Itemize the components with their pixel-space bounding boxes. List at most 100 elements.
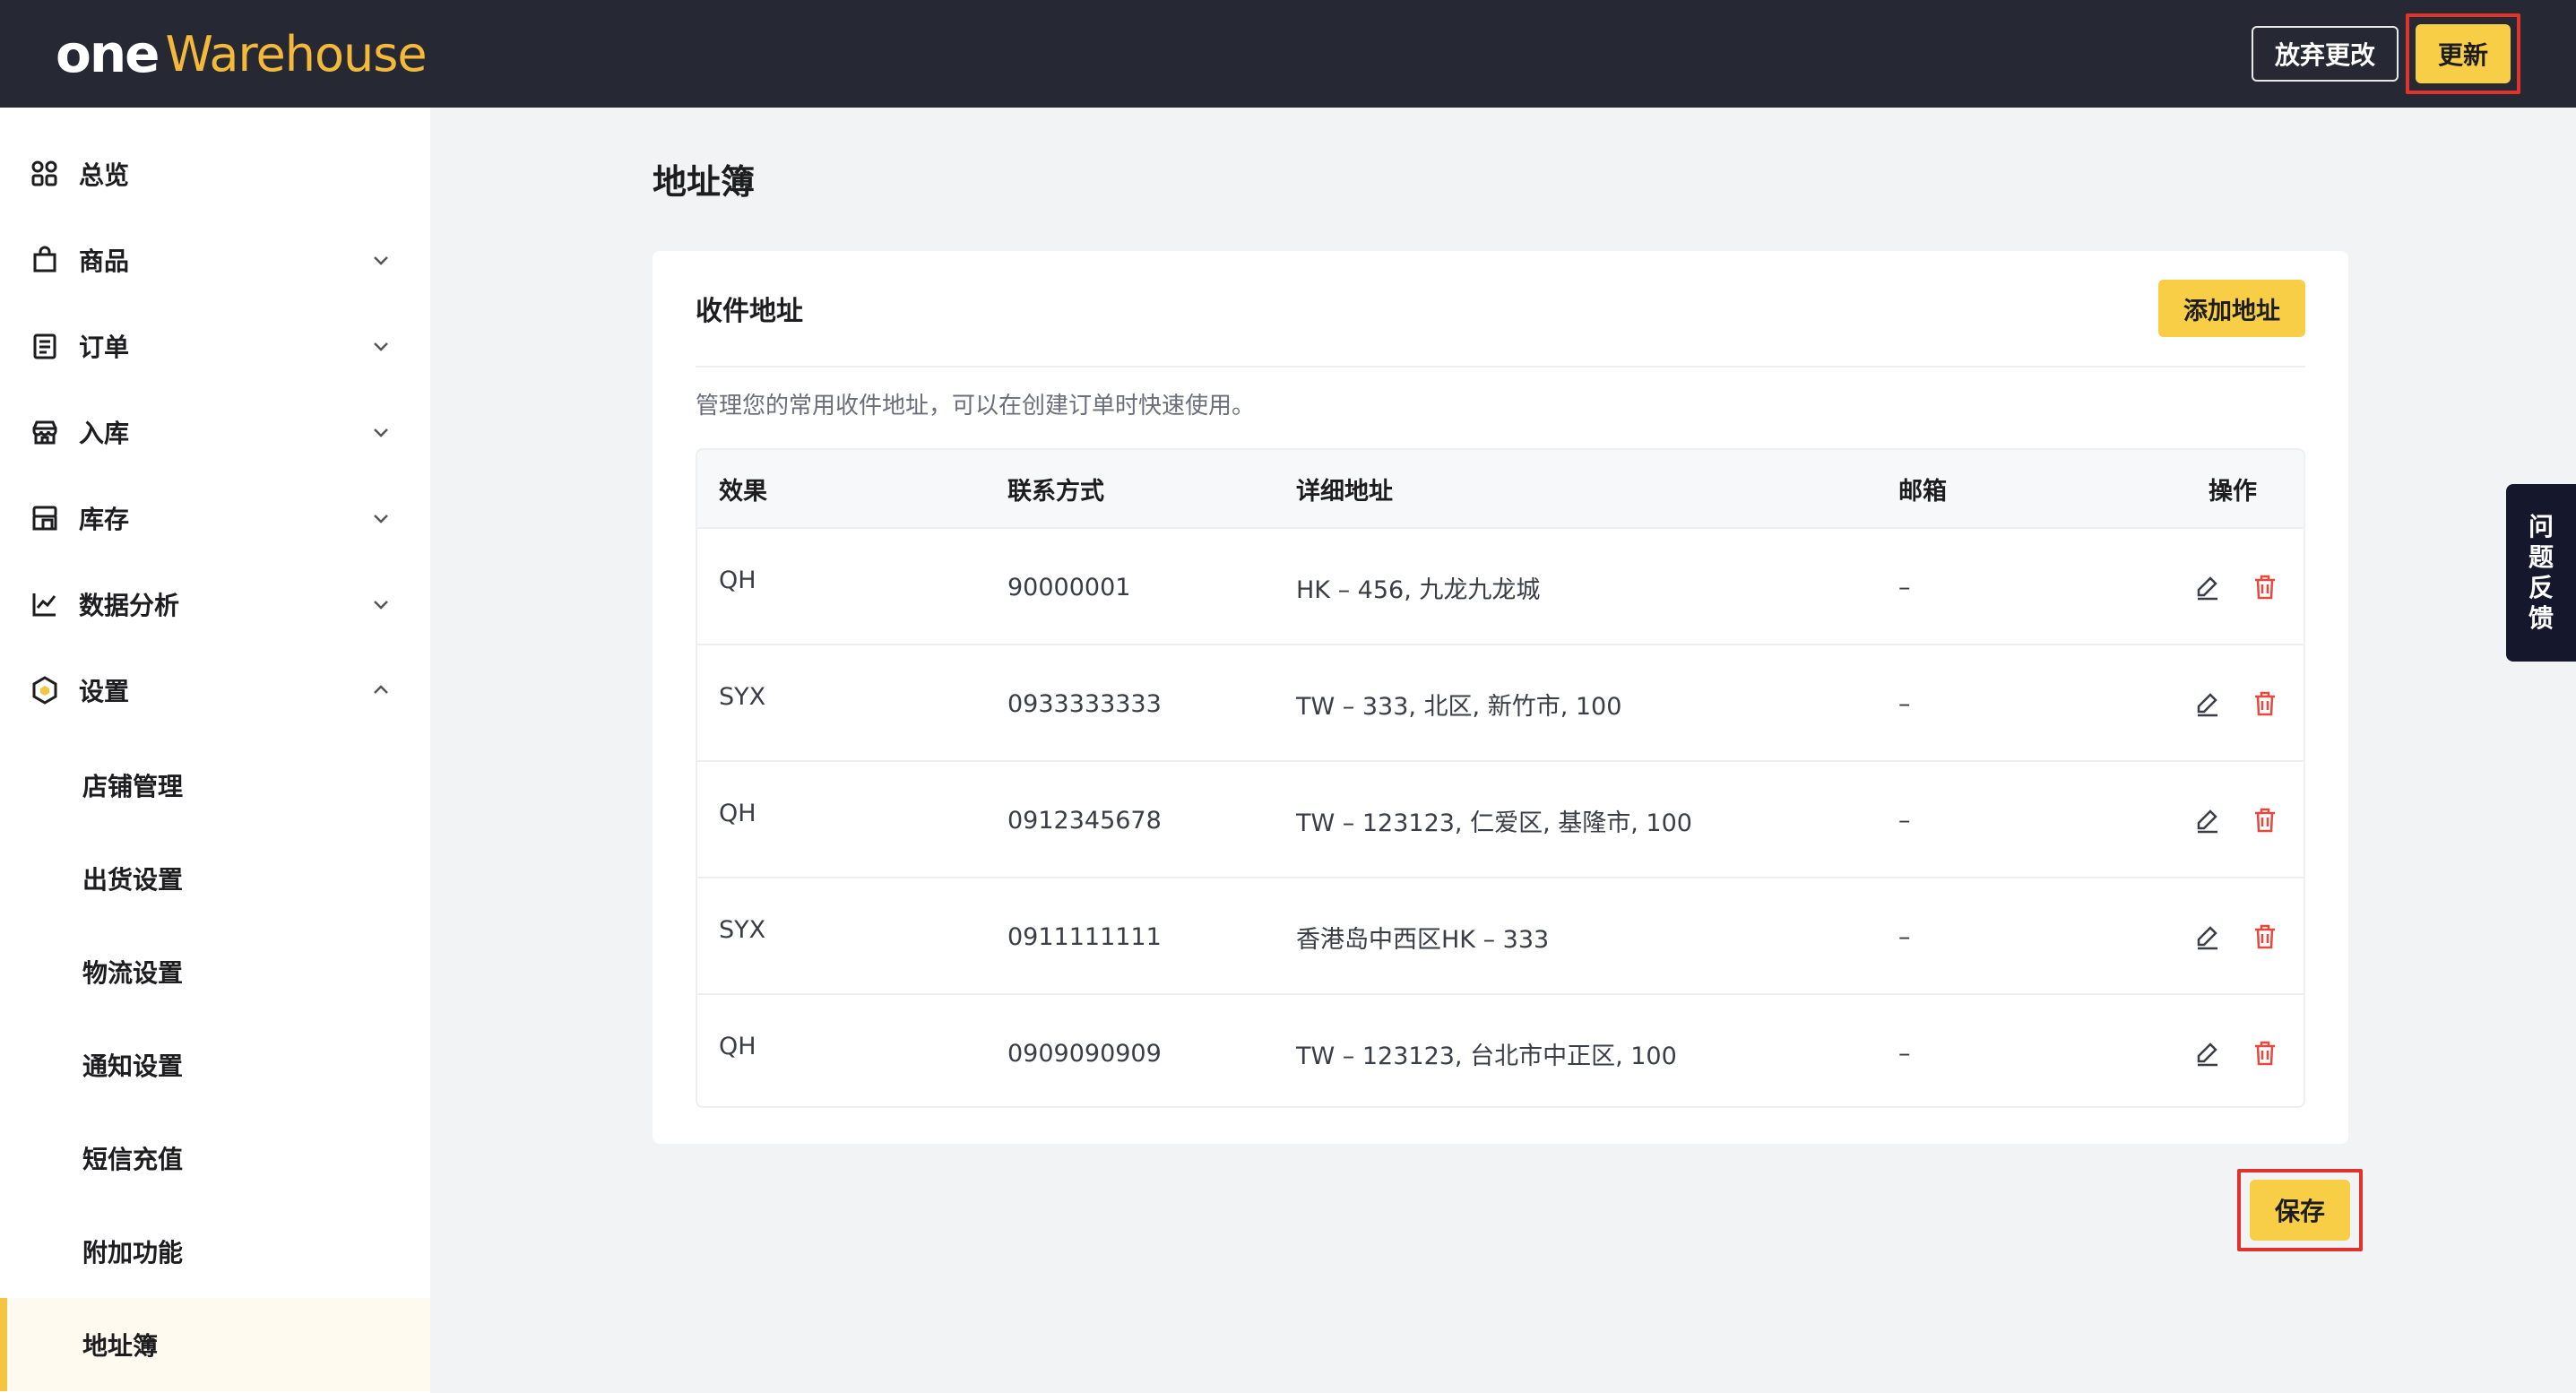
sidebar-item-label: 订单 — [79, 333, 130, 362]
cell-name: QH — [719, 799, 756, 827]
row-actions — [2192, 878, 2280, 995]
sidebar-subitem-notification-settings[interactable]: 通知设置 — [0, 1018, 430, 1112]
edit-icon[interactable] — [2192, 921, 2223, 952]
sidebar-item-overview[interactable]: 总览 — [0, 131, 430, 217]
inventory-icon — [29, 502, 61, 534]
chevron-up-icon — [369, 679, 393, 702]
sidebar-subitem-addons[interactable]: 附加功能 — [0, 1205, 430, 1298]
sidebar-item-label: 入库 — [79, 419, 130, 448]
store-icon — [29, 416, 61, 448]
table-row: SYX 0911111111 香港岛中西区HK – 333 – — [697, 877, 2304, 995]
app-logo[interactable]: one Warehouse — [56, 20, 428, 88]
sidebar-subitem-label: 地址簿 — [82, 1331, 159, 1361]
feedback-char: 问 — [2528, 512, 2554, 541]
cell-email: – — [1898, 922, 1911, 951]
update-button[interactable]: 更新 — [2416, 24, 2511, 83]
logo-warehouse-text: Warehouse — [165, 25, 427, 82]
discard-changes-button[interactable]: 放弃更改 — [2252, 26, 2399, 82]
feedback-tab[interactable]: 问 题 反 馈 — [2506, 484, 2576, 662]
cell-email: – — [1898, 806, 1911, 835]
settings-hex-icon — [29, 674, 61, 706]
sidebar-item-label: 库存 — [79, 505, 130, 534]
cell-name: SYX — [719, 915, 766, 944]
sidebar-subitem-label: 出货设置 — [82, 865, 184, 895]
column-header-contact: 联系方式 — [1007, 477, 1104, 506]
chevron-down-icon — [369, 506, 393, 530]
row-actions — [2192, 529, 2280, 645]
cell-contact: 0909090909 — [1007, 1039, 1162, 1068]
cell-name: QH — [719, 566, 756, 594]
cell-address: 香港岛中西区HK – 333 — [1296, 925, 1550, 954]
row-actions — [2192, 995, 2280, 1106]
delete-icon[interactable] — [2250, 1038, 2280, 1069]
table-row: QH 90000001 HK – 456, 九龙九龙城 – — [697, 527, 2304, 645]
sidebar-subitem-shipping-settings[interactable]: 出货设置 — [0, 832, 430, 925]
sidebar-item-analytics[interactable]: 数据分析 — [0, 561, 430, 647]
sidebar-subitem-sms-topup[interactable]: 短信充值 — [0, 1112, 430, 1205]
sidebar-item-label: 设置 — [79, 677, 130, 706]
sidebar-subitem-logistics-settings[interactable]: 物流设置 — [0, 925, 430, 1018]
chevron-down-icon — [369, 334, 393, 358]
cell-address: TW – 333, 北区, 新竹市, 100 — [1296, 692, 1622, 721]
delete-icon[interactable] — [2250, 921, 2280, 952]
edit-icon[interactable] — [2192, 688, 2223, 719]
edit-icon[interactable] — [2192, 572, 2223, 602]
sidebar-item-inventory[interactable]: 库存 — [0, 475, 430, 561]
logo-one-text: one — [56, 23, 160, 84]
column-header-actions: 操作 — [2209, 477, 2257, 506]
edit-icon[interactable] — [2192, 805, 2223, 835]
column-header-address: 详细地址 — [1296, 477, 1393, 506]
sidebar-item-label: 总览 — [79, 160, 130, 190]
cell-email: – — [1898, 573, 1911, 601]
chevron-down-icon — [369, 593, 393, 616]
card-description: 管理您的常用收件地址，可以在创建订单时快速使用。 — [696, 393, 1256, 420]
table-row: QH 0912345678 TW – 123123, 仁爱区, 基隆市, 100… — [697, 760, 2304, 878]
address-table: 效果 联系方式 详细地址 邮箱 操作 QH 90000001 HK – 456,… — [696, 448, 2305, 1108]
row-actions — [2192, 762, 2280, 878]
sidebar-item-label: 数据分析 — [79, 591, 180, 620]
cell-contact: 0911111111 — [1007, 922, 1162, 951]
sidebar-subitem-label: 通知设置 — [82, 1051, 184, 1081]
sidebar-subitem-store-management[interactable]: 店铺管理 — [0, 739, 430, 832]
save-button[interactable]: 保存 — [2250, 1180, 2350, 1241]
sidebar-item-orders[interactable]: 订单 — [0, 303, 430, 389]
bag-icon — [29, 244, 61, 276]
add-address-button[interactable]: 添加地址 — [2158, 280, 2305, 337]
sidebar: 总览 商品 订单 入库 库存 数据分析 设置 店铺管理 出货设置 物流设置 通知… — [0, 108, 430, 1393]
cell-address: TW – 123123, 仁爱区, 基隆市, 100 — [1296, 809, 1692, 837]
table-row: QH 0909090909 TW – 123123, 台北市中正区, 100 – — [697, 993, 2304, 1106]
cell-address: HK – 456, 九龙九龙城 — [1296, 575, 1541, 604]
edit-icon[interactable] — [2192, 1038, 2223, 1069]
cell-email: – — [1898, 1039, 1911, 1068]
sidebar-item-inbound[interactable]: 入库 — [0, 389, 430, 475]
sidebar-subitem-address-book[interactable]: 地址簿 — [0, 1298, 430, 1391]
delete-icon[interactable] — [2250, 572, 2280, 602]
cell-email: – — [1898, 689, 1911, 718]
sidebar-item-settings[interactable]: 设置 — [0, 647, 430, 733]
address-card: 收件地址 添加地址 管理您的常用收件地址，可以在创建订单时快速使用。 效果 联系… — [653, 251, 2348, 1144]
delete-icon[interactable] — [2250, 805, 2280, 835]
cell-name: QH — [719, 1032, 756, 1060]
feedback-char: 反 — [2528, 573, 2554, 602]
column-header-email: 邮箱 — [1898, 477, 1947, 506]
sidebar-item-products[interactable]: 商品 — [0, 217, 430, 303]
divider — [696, 366, 2305, 368]
table-row: SYX 0933333333 TW – 333, 北区, 新竹市, 100 – — [697, 644, 2304, 760]
order-icon — [29, 330, 61, 362]
dashboard-icon — [29, 158, 61, 190]
save-button-highlight: 保存 — [2237, 1169, 2363, 1251]
page-title: 地址簿 — [653, 162, 756, 202]
cell-contact: 90000001 — [1007, 573, 1131, 601]
sidebar-item-label: 商品 — [79, 247, 130, 276]
top-bar: one Warehouse 放弃更改 更新 — [0, 0, 2576, 108]
sidebar-subitem-label: 物流设置 — [82, 958, 184, 988]
chevron-down-icon — [369, 420, 393, 444]
sidebar-subitem-label: 短信充值 — [82, 1145, 184, 1174]
chart-icon — [29, 588, 61, 620]
cell-name: SYX — [719, 682, 766, 711]
update-button-highlight: 更新 — [2406, 13, 2520, 94]
column-header-name: 效果 — [719, 477, 767, 506]
delete-icon[interactable] — [2250, 688, 2280, 719]
feedback-char: 馈 — [2528, 603, 2554, 633]
sidebar-subitem-label: 附加功能 — [82, 1238, 184, 1268]
